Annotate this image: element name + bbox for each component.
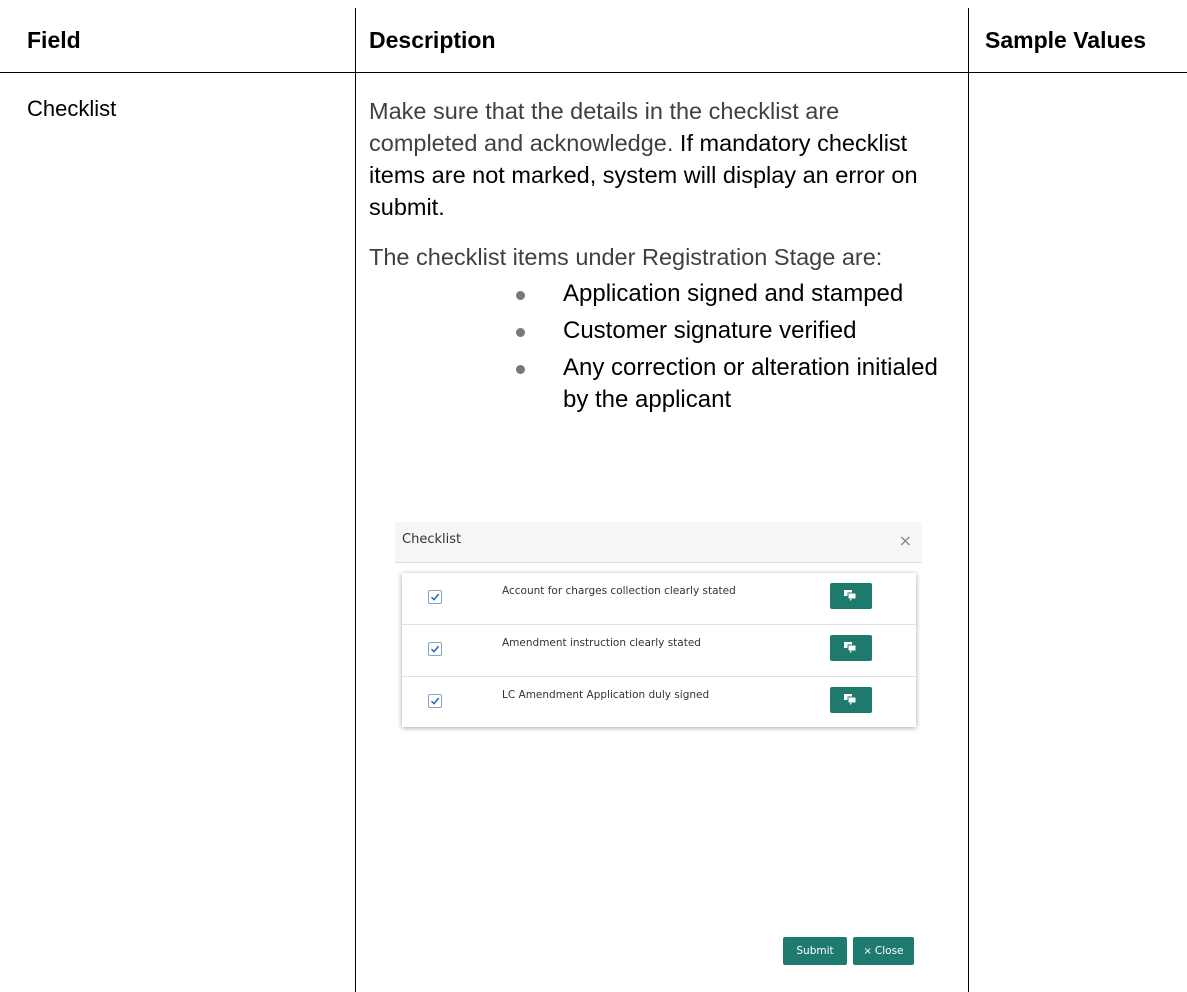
checklist-checkbox[interactable] <box>428 590 442 604</box>
field-name: Checklist <box>27 96 117 121</box>
column-divider-1 <box>355 8 356 992</box>
description-paragraph-2: The checklist items under Registration S… <box>369 244 883 270</box>
checklist-item-label: LC Amendment Application duly signed <box>502 689 710 701</box>
checklist-dialog-header: Checklist × <box>395 522 922 563</box>
checklist-item-label: Account for charges collection clearly s… <box>502 585 736 597</box>
list-item-text: Customer signature verified <box>563 317 857 344</box>
header-field: Field <box>27 27 81 53</box>
comment-icon <box>844 694 857 705</box>
checklist-row: Amendment instruction clearly stated <box>402 625 916 677</box>
list-item-text: Any correction or alteration initialed b… <box>563 354 938 413</box>
header-description: Description <box>369 27 496 53</box>
comment-button[interactable] <box>830 583 872 609</box>
checklist-items-card: Account for charges collection clearly s… <box>402 573 916 727</box>
list-item: Any correction or alteration initialed b… <box>369 352 944 416</box>
close-button[interactable]: × Close <box>853 937 914 965</box>
list-item: Application signed and stamped <box>369 278 944 310</box>
checklist-row: LC Amendment Application duly signed <box>402 677 916 728</box>
checklist-dialog-title: Checklist <box>402 532 462 547</box>
comment-button[interactable] <box>830 687 872 713</box>
column-divider-2 <box>968 8 969 992</box>
field-description: Make sure that the details in the checkl… <box>369 95 944 416</box>
bullet-icon <box>516 365 525 374</box>
close-icon: × <box>863 946 872 957</box>
bullet-icon <box>516 291 525 300</box>
close-button-label: Close <box>874 945 904 957</box>
checkmark-icon <box>430 645 440 653</box>
header-divider <box>0 72 1187 73</box>
comment-icon <box>844 590 857 601</box>
bullet-icon <box>516 328 525 337</box>
checkmark-icon <box>430 593 440 601</box>
list-item: Customer signature verified <box>369 315 944 347</box>
checklist-checkbox[interactable] <box>428 642 442 656</box>
checklist-row: Account for charges collection clearly s… <box>402 573 916 625</box>
comment-icon <box>844 642 857 653</box>
description-paragraph-1: Make sure that the details in the checkl… <box>369 95 944 223</box>
checklist-item-label: Amendment instruction clearly stated <box>502 637 701 649</box>
header-sample-values: Sample Values <box>985 27 1147 53</box>
checkmark-icon <box>430 697 440 705</box>
checklist-items-list: Application signed and stamped Customer … <box>369 278 944 416</box>
close-icon[interactable]: × <box>899 531 912 550</box>
checklist-checkbox[interactable] <box>428 694 442 708</box>
submit-button[interactable]: Submit <box>783 937 847 965</box>
list-item-text: Application signed and stamped <box>563 280 904 307</box>
comment-button[interactable] <box>830 635 872 661</box>
